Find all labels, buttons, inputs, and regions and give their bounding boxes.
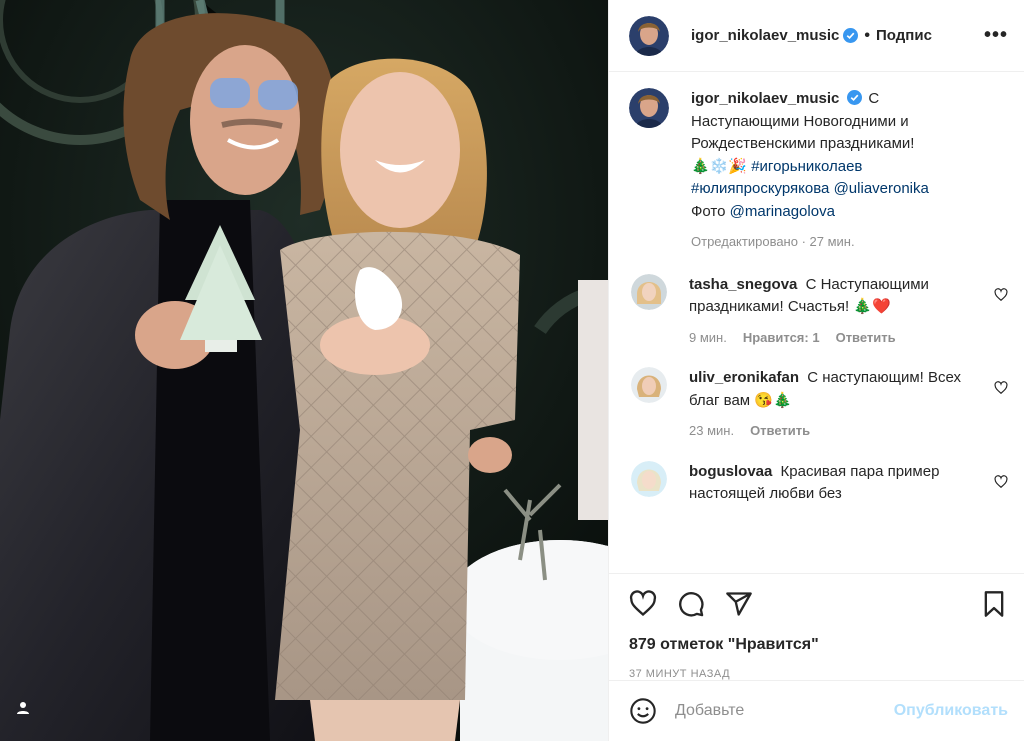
user-tag-icon bbox=[17, 702, 29, 714]
author-username[interactable]: igor_nikolaev_music bbox=[691, 27, 839, 44]
verified-icon bbox=[843, 28, 859, 43]
caption: igor_nikolaev_music С Наступающими Нового… bbox=[629, 88, 1008, 254]
caption-line-2: Наступающими Новогодними и bbox=[691, 112, 909, 130]
comments-list[interactable]: igor_nikolaev_music С Наступающими Нового… bbox=[609, 72, 1024, 574]
follow-button[interactable]: Подпис bbox=[876, 27, 932, 44]
post-time[interactable]: 37 МИНУТ НАЗАД bbox=[609, 668, 1024, 680]
comment-likes[interactable]: Нравится: 1 bbox=[743, 327, 820, 350]
commenter-username[interactable]: boguslovaa bbox=[689, 463, 772, 480]
heart-icon[interactable] bbox=[629, 590, 657, 618]
separator-dot: • bbox=[864, 26, 871, 44]
commenter-avatar[interactable] bbox=[631, 460, 667, 497]
comment-item: boguslovaa Красивая пара пример настояще… bbox=[629, 460, 1008, 506]
caption-username[interactable]: igor_nikolaev_music bbox=[691, 90, 839, 107]
more-options-icon[interactable]: ••• bbox=[984, 24, 1008, 47]
comment-input[interactable] bbox=[673, 701, 894, 721]
mention-link[interactable]: @marinagolova bbox=[730, 203, 835, 220]
comment-body: boguslovaa Красивая пара пример настояще… bbox=[689, 461, 1008, 506]
share-icon[interactable] bbox=[725, 590, 753, 618]
hashtag-link[interactable]: #юлияпроскурякова bbox=[691, 180, 829, 197]
commenter-avatar[interactable] bbox=[631, 273, 667, 310]
comment-heart-icon[interactable] bbox=[994, 474, 1008, 489]
likes-count[interactable]: 879 отметок "Нравится" bbox=[609, 636, 1024, 654]
photo-illustration bbox=[0, 0, 608, 741]
emoji-icon[interactable] bbox=[629, 697, 657, 725]
caption-text: igor_nikolaev_music С Наступающими Нового… bbox=[691, 88, 1008, 254]
verified-icon bbox=[847, 90, 863, 105]
post-photo[interactable] bbox=[0, 0, 608, 741]
caption-emoji: 🎄❄️🎉 bbox=[691, 157, 748, 175]
caption-avatar[interactable] bbox=[629, 88, 669, 128]
comment-meta: 9 мин. Нравится: 1 Ответить bbox=[689, 327, 984, 350]
comment-heart-icon[interactable] bbox=[994, 287, 1008, 302]
caption-line-1: С bbox=[868, 90, 880, 107]
comment-time: 9 мин. bbox=[689, 329, 727, 345]
reply-button[interactable]: Ответить bbox=[836, 327, 896, 350]
comment-meta: 23 мин. Ответить bbox=[689, 420, 984, 443]
comment-body: uliv_eronikafan С наступающим! Всех благ… bbox=[689, 367, 1008, 443]
commenter-avatar[interactable] bbox=[631, 367, 667, 403]
post-header: igor_nikolaev_music • Подпис ••• bbox=[609, 0, 1024, 72]
post-sidebar: igor_nikolaev_music • Подпис ••• igor_ni… bbox=[608, 0, 1024, 741]
author-avatar[interactable] bbox=[629, 15, 669, 56]
comment-heart-icon[interactable] bbox=[994, 381, 1008, 395]
comment-time: 23 мин. bbox=[689, 423, 735, 438]
post-dialog: igor_nikolaev_music • Подпис ••• igor_ni… bbox=[0, 0, 1024, 741]
user-tag-button[interactable] bbox=[16, 701, 40, 725]
caption-line-3: Рождественскими праздниками! bbox=[691, 135, 915, 152]
comment-icon[interactable] bbox=[677, 590, 705, 618]
photo-credit-label: Фото bbox=[691, 202, 726, 220]
comment-item: tasha_snegova С Наступающими праздниками… bbox=[629, 273, 1008, 350]
bookmark-icon[interactable] bbox=[980, 590, 1008, 618]
publish-button[interactable]: Опубликовать bbox=[894, 702, 1008, 720]
add-comment-bar: Опубликовать bbox=[609, 680, 1024, 741]
post-actions bbox=[609, 574, 1024, 634]
comment-body: tasha_snegova С Наступающими праздниками… bbox=[689, 274, 1008, 350]
caption-meta: Отредактировано · 27 мин. bbox=[691, 231, 984, 254]
commenter-username[interactable]: tasha_snegova bbox=[689, 276, 797, 293]
reply-button[interactable]: Ответить bbox=[750, 420, 810, 443]
hashtag-link[interactable]: #игорьниколаев bbox=[751, 158, 862, 175]
edited-time: Отредактировано · 27 мин. bbox=[691, 234, 855, 249]
commenter-username[interactable]: uliv_eronikafan bbox=[689, 369, 799, 386]
comment-item: uliv_eronikafan С наступающим! Всех благ… bbox=[629, 367, 1008, 443]
mention-link[interactable]: @uliaveronika bbox=[834, 180, 929, 197]
